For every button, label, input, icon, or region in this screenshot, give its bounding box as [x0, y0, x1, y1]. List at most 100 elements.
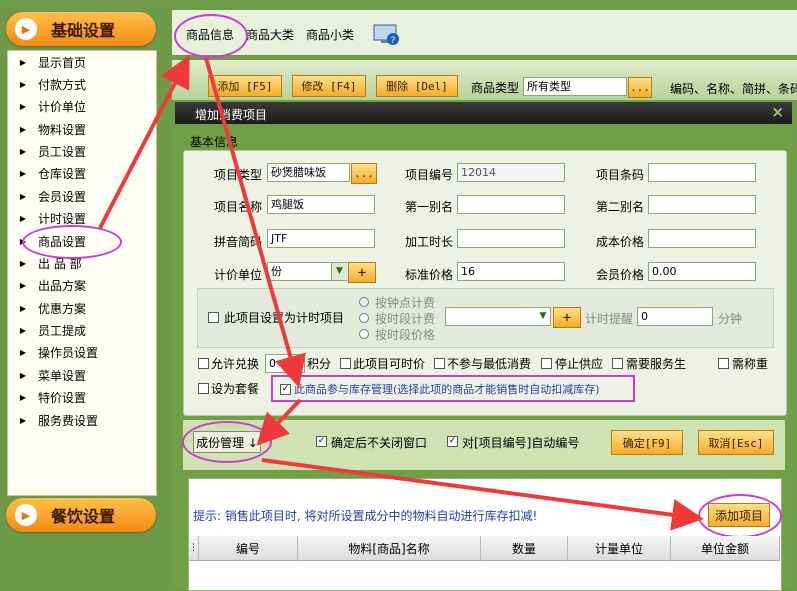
cancel-button[interactable]: 取消[Esc]	[698, 430, 774, 455]
add-period-button[interactable]: +	[553, 307, 581, 328]
radio-period-price[interactable]	[359, 329, 369, 339]
expand-icon: ▶	[15, 18, 37, 40]
close-icon[interactable]: ×	[771, 103, 784, 121]
points-label: 积分	[307, 357, 332, 371]
sidebar-item-label: 计价单位	[38, 99, 87, 114]
arrow-icon: ▶	[19, 146, 27, 156]
sidebar-item-label: 物料设置	[38, 122, 87, 137]
column-header[interactable]: 单位金额	[671, 536, 780, 561]
unit-label: 计价单位	[214, 268, 263, 282]
product-type-select[interactable]: 所有类型	[523, 77, 627, 96]
remind-unit: 分钟	[718, 312, 743, 326]
group-title: 基本信息	[190, 135, 239, 149]
arrow-icon: ▶	[19, 325, 27, 335]
sidebar-item-label: 员工提成	[38, 323, 87, 338]
arrow-icon: ▶	[19, 213, 27, 223]
item-no-field[interactable]: 12014	[457, 163, 565, 182]
radio-by-period[interactable]	[359, 313, 369, 323]
name-field[interactable]: 鸡腿饭	[267, 195, 375, 214]
column-header[interactable]: 编号	[199, 536, 298, 561]
dialog-titlebar[interactable]: 增加消费项目 ×	[175, 102, 792, 124]
remind-label: 计时提醒	[585, 312, 634, 326]
stop-supply-checkbox[interactable]	[541, 358, 552, 369]
stop-supply-label: 停止供应	[555, 357, 604, 371]
arrow-icon: ▶	[19, 280, 27, 290]
member-price-field[interactable]: 0.00	[648, 262, 756, 281]
arrow-icon: ▶	[19, 415, 27, 425]
arrow-icon: ▶	[19, 191, 27, 201]
set-meal-checkbox[interactable]	[198, 383, 209, 394]
sidebar-item-label: 特价设置	[38, 390, 87, 405]
hint-text: 提示: 销售此项目时, 将对所设置成分中的物料自动进行库存扣减!	[193, 509, 538, 523]
add-button[interactable]: 添加 [F5]	[208, 75, 282, 97]
add-unit-button[interactable]: +	[348, 262, 376, 283]
need-weigh-checkbox[interactable]	[718, 358, 729, 369]
need-service-checkbox[interactable]	[612, 358, 623, 369]
arrow-icon: ▶	[19, 101, 27, 111]
no-min-label: 不参与最低消费	[447, 357, 532, 371]
remind-field[interactable]: 0	[637, 307, 713, 326]
inventory-checkbox[interactable]: ✓	[280, 384, 291, 395]
timing-checkbox[interactable]	[208, 312, 219, 323]
cost-field[interactable]	[648, 229, 756, 248]
std-price-field[interactable]: 16	[457, 262, 565, 281]
sidebar-item[interactable]: ▶ 操作员设置	[8, 341, 156, 363]
chevron-down-icon[interactable]: ▼	[536, 308, 550, 325]
sidebar-item[interactable]: ▶ 出品方案	[8, 274, 156, 296]
sidebar-item[interactable]: ▶ 付款方式	[8, 73, 156, 95]
keep-open-checkbox[interactable]: ✓	[316, 436, 327, 447]
sidebar-item[interactable]: ▶ 显示首页	[8, 51, 156, 73]
edit-button[interactable]: 修改 [F4]	[292, 75, 366, 97]
item-type-more-button[interactable]: ...	[351, 163, 377, 184]
basic-settings-section-button[interactable]: ▶ 基础设置	[6, 12, 156, 46]
process-time-field[interactable]	[457, 229, 565, 248]
product-type-label: 商品类型	[471, 81, 520, 95]
timed-price-checkbox[interactable]	[340, 358, 351, 369]
arrow-icon: ▶	[19, 370, 27, 380]
column-header[interactable]: 计量单位	[568, 536, 671, 561]
sidebar-item[interactable]: ▶ 员工提成	[8, 319, 156, 341]
allow-exchange-checkbox[interactable]	[198, 358, 209, 369]
help-monitor-icon[interactable]: ?	[373, 24, 400, 46]
item-type-field[interactable]: 砂煲腊味饭	[267, 163, 350, 182]
product-type-more-button[interactable]: ...	[628, 77, 652, 98]
svg-text:?: ?	[391, 36, 396, 46]
item-type-label: 项目类型	[214, 168, 263, 182]
arrow-icon: ▶	[19, 258, 27, 268]
ok-button[interactable]: 确定[F9]	[611, 430, 683, 455]
chevron-down-icon[interactable]: ▼	[331, 263, 347, 280]
no-min-checkbox[interactable]	[434, 358, 445, 369]
sidebar-item[interactable]: ▶ 仓库设置	[8, 162, 156, 184]
ingredient-grid	[188, 478, 782, 591]
need-service-label: 需要服务生	[626, 357, 687, 371]
catering-settings-section-button[interactable]: ▶ 餐饮设置	[6, 498, 156, 532]
column-header[interactable]: 数量	[481, 536, 568, 561]
sidebar-item[interactable]: ▶ 特价设置	[8, 386, 156, 408]
sidebar-menu: ▶ 显示首页 ▶ 付款方式 ▶ 计价单位 ▶ 物料设置 ▶ 员工设置 ▶ 仓库设置 ▶ 会员设…	[7, 50, 157, 496]
sidebar-item[interactable]: ▶ 优惠方案	[8, 297, 156, 319]
tab-product-category[interactable]: 商品大类	[246, 26, 294, 43]
sidebar-item[interactable]: ▶ 菜单设置	[8, 364, 156, 386]
sidebar-item[interactable]: ▶ 计价单位	[8, 95, 156, 117]
alias1-field[interactable]	[457, 195, 565, 214]
sidebar-item[interactable]: ▶ 物料设置	[8, 118, 156, 140]
alias1-label: 第一别名	[405, 200, 454, 214]
radio-by-hour[interactable]	[359, 297, 369, 307]
member-price-label: 会员价格	[596, 268, 645, 282]
pinyin-label: 拼音简码	[214, 235, 263, 249]
barcode-field[interactable]	[648, 163, 756, 182]
alias2-field[interactable]	[648, 195, 756, 214]
row-selector-header: ⋮	[189, 536, 199, 561]
delete-button[interactable]: 删除 [Del]	[376, 75, 458, 97]
auto-number-checkbox[interactable]: ✓	[447, 436, 458, 447]
sidebar-item[interactable]: ▶ 员工设置	[8, 140, 156, 162]
column-header[interactable]: 物料[商品]名称	[298, 536, 481, 561]
pinyin-field[interactable]: JTF	[267, 229, 375, 248]
name-label: 项目名称	[214, 200, 263, 214]
sidebar-item[interactable]: ▶ 服务费设置	[8, 409, 156, 431]
tab-product-subcategory[interactable]: 商品小类	[306, 26, 354, 43]
arrow-icon: ▶	[19, 124, 27, 134]
exchange-points-field[interactable]: 0	[265, 354, 305, 373]
radio-by-period-label: 按时段计费	[375, 312, 436, 326]
sidebar-item[interactable]: ▶ 会员设置	[8, 185, 156, 207]
